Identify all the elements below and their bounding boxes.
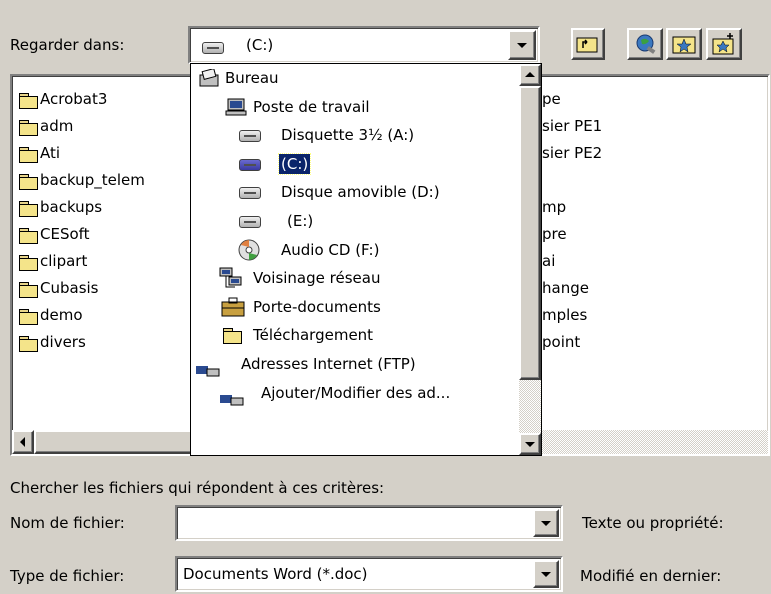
removable-drive-icon [239, 187, 261, 200]
folder-icon [223, 328, 242, 345]
list-item[interactable]: demo [14, 302, 194, 329]
scroll-up-button[interactable] [519, 64, 541, 86]
search-web-button[interactable] [627, 28, 663, 60]
modified-label: Modifié en dernier: [580, 567, 722, 585]
folder-icon [19, 173, 38, 190]
list-item[interactable]: hange [542, 275, 762, 302]
list-item[interactable]: Acrobat3 [14, 86, 194, 113]
network-icon [219, 267, 242, 288]
add-favorite-button[interactable] [706, 28, 742, 60]
ftp-add-icon [220, 394, 244, 406]
filetype-dropdown-button[interactable] [533, 560, 559, 588]
list-item[interactable]: mples [542, 302, 762, 329]
dropdown-item-disquette[interactable]: Disquette 3½ (A:) [191, 121, 519, 150]
list-item[interactable]: clipart [14, 248, 194, 275]
filetype-value: Documents Word (*.doc) [183, 565, 368, 583]
folder-icon [19, 119, 38, 136]
add-favorite-icon [712, 33, 734, 55]
list-item[interactable]: mp [542, 194, 762, 221]
scroll-thumb[interactable] [519, 86, 541, 380]
dropdown-item-e-drive[interactable]: (E:) [191, 207, 519, 236]
file-list-right: pe sier PE1 sier PE2 mp pre ai hange mpl… [542, 86, 762, 356]
filetype-combo[interactable]: Documents Word (*.doc) [175, 556, 563, 592]
floppy-icon [239, 130, 261, 143]
lookin-combo[interactable]: (C:) [188, 26, 540, 64]
briefcase-icon [221, 297, 245, 317]
list-item[interactable]: point [542, 329, 762, 356]
computer-icon [225, 98, 247, 116]
list-item[interactable]: ai [542, 248, 762, 275]
list-item[interactable]: sier PE1 [542, 113, 762, 140]
folder-icon [19, 227, 38, 244]
search-criteria-heading: Chercher les fichiers qui répondent à ce… [10, 479, 385, 497]
favorites-icon [672, 36, 696, 54]
dropdown-item-c-drive[interactable]: (C:) [191, 150, 519, 179]
harddrive-icon [202, 41, 224, 54]
lookin-dropdown-list[interactable]: Bureau Poste de travail Disquette 3½ (A:… [190, 63, 542, 456]
dropdown-item-bureau[interactable]: Bureau [191, 64, 519, 93]
dropdown-item-adresses-ftp[interactable]: Adresses Internet (FTP) [191, 350, 519, 379]
file-list-left: Acrobat3 adm Ati backup_telem backups CE… [14, 86, 194, 356]
dropdown-item-porte-documents[interactable]: Porte-documents [191, 293, 519, 322]
list-item[interactable]: backups [14, 194, 194, 221]
list-item[interactable]: pre [542, 221, 762, 248]
desktop-icon [199, 69, 219, 87]
filename-dropdown-button[interactable] [533, 509, 559, 537]
dropdown-item-ajouter-modifier[interactable]: Ajouter/Modifier des ad... [191, 379, 519, 408]
lookin-value: (C:) [246, 36, 274, 54]
filename-combo[interactable] [175, 505, 563, 541]
filename-label: Nom de fichier: [10, 514, 125, 532]
up-folder-button[interactable] [571, 28, 605, 60]
dropdown-item-telechargement[interactable]: Téléchargement [191, 321, 519, 350]
dropdown-vertical-scrollbar[interactable] [519, 64, 541, 455]
list-item[interactable] [542, 167, 762, 194]
cd-icon [238, 239, 260, 261]
up-folder-icon [576, 37, 598, 53]
folder-icon [19, 146, 38, 163]
folder-icon [19, 92, 38, 109]
search-web-icon [636, 34, 656, 54]
list-item[interactable]: pe [542, 86, 762, 113]
drive-icon [239, 215, 261, 228]
list-item[interactable]: adm [14, 113, 194, 140]
dropdown-item-poste-de-travail[interactable]: Poste de travail [191, 93, 519, 122]
folder-icon [19, 335, 38, 352]
list-item[interactable]: CESoft [14, 221, 194, 248]
text-property-label: Texte ou propriété: [582, 514, 724, 532]
folder-icon [19, 308, 38, 325]
list-item[interactable]: Ati [14, 140, 194, 167]
folder-icon [19, 254, 38, 271]
list-item[interactable]: Cubasis [14, 275, 194, 302]
harddrive-icon [239, 158, 261, 171]
scroll-down-button[interactable] [519, 433, 541, 455]
lookin-dropdown-button[interactable] [508, 30, 536, 60]
list-item[interactable]: sier PE2 [542, 140, 762, 167]
lookin-label: Regarder dans: [10, 36, 125, 54]
folder-icon [19, 281, 38, 298]
dropdown-item-disque-amovible[interactable]: Disque amovible (D:) [191, 178, 519, 207]
favorites-button[interactable] [666, 28, 702, 60]
dropdown-item-audio-cd[interactable]: Audio CD (F:) [191, 236, 519, 265]
dropdown-item-voisinage-reseau[interactable]: Voisinage réseau [191, 264, 519, 293]
list-item[interactable]: backup_telem [14, 167, 194, 194]
folder-icon [19, 200, 38, 217]
ftp-icon [196, 365, 220, 377]
scroll-left-button[interactable] [12, 430, 34, 454]
list-item[interactable]: divers [14, 329, 194, 356]
filetype-label: Type de fichier: [10, 567, 125, 585]
